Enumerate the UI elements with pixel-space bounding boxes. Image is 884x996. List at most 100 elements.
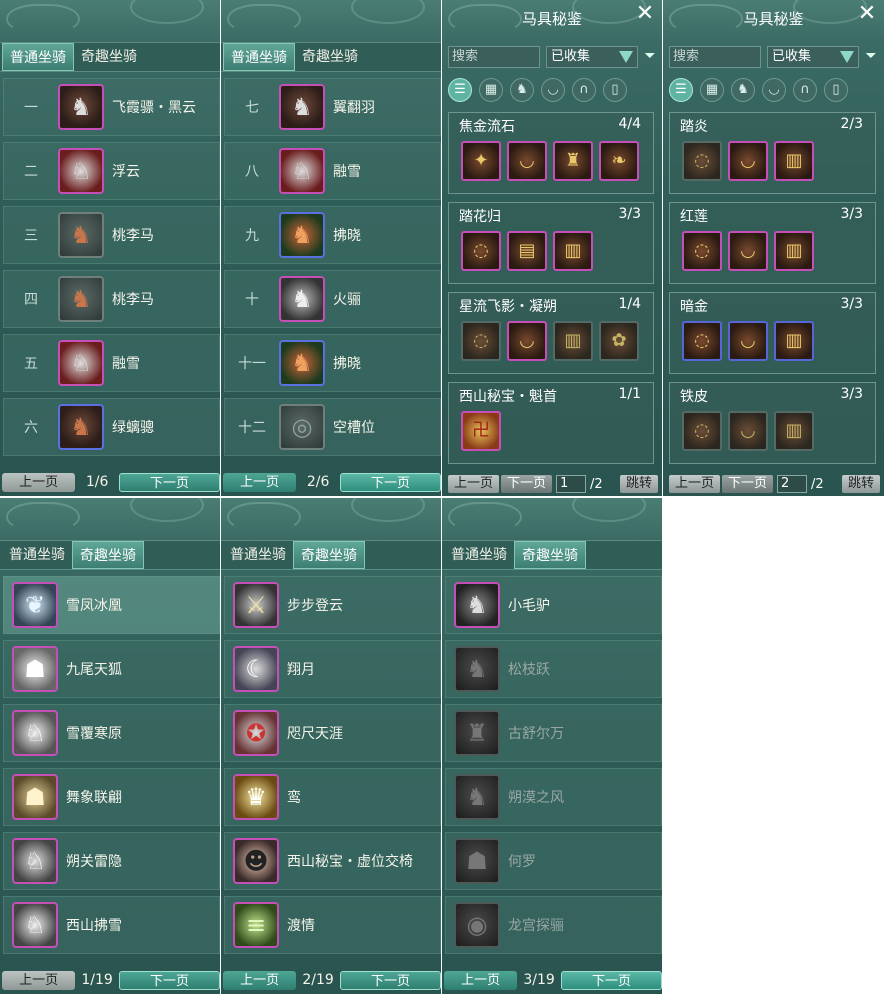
tab-normal-mounts[interactable]: 普通坐骑	[223, 43, 295, 71]
mount-row[interactable]: ♞ 朔漠之风	[445, 768, 662, 826]
prev-page-button[interactable]: 上一页	[448, 475, 500, 493]
bridle-icon[interactable]: ◌	[682, 321, 722, 361]
armor-icon[interactable]: ▥	[774, 321, 814, 361]
collected-filter-dropdown[interactable]: 已收集	[546, 46, 638, 68]
tack-set[interactable]: 暗金 3/3 ◌ ◡ ▥	[669, 292, 876, 374]
next-page-button[interactable]: 下一页	[118, 472, 220, 492]
saddle-icon[interactable]: ◡	[728, 231, 768, 271]
tack-set[interactable]: 红莲 3/3 ◌ ◡ ▥	[669, 202, 876, 284]
mount-row[interactable]: ♛ 鸾	[224, 768, 441, 826]
armor-icon[interactable]: ▥	[774, 141, 814, 181]
search-input[interactable]: 搜索	[448, 46, 540, 68]
mount-row[interactable]: ☗ 舞象联翩	[3, 768, 220, 826]
next-page-button[interactable]: 下一页	[501, 475, 553, 493]
stirrup-icon[interactable]: ♜	[553, 141, 593, 181]
tack-set[interactable]: 踏炎 2/3 ◌ ◡ ▥	[669, 112, 876, 194]
wing-ornament-icon[interactable]: ❧	[599, 141, 639, 181]
close-icon[interactable]: ✕	[856, 3, 878, 26]
armor-icon[interactable]: ▥	[774, 231, 814, 271]
armor-icon[interactable]: ▯	[824, 78, 848, 102]
head-gear-icon[interactable]: ✦	[461, 141, 501, 181]
mount-row[interactable]: 一 ♞ 飞霞骠・黑云	[3, 78, 220, 136]
saddle-icon[interactable]: ◡	[507, 321, 547, 361]
list-view-icon[interactable]: ☰	[669, 78, 693, 102]
tab-fun-mounts[interactable]: 奇趣坐骑	[293, 541, 365, 569]
tab-normal-mounts[interactable]: 普通坐骑	[2, 541, 72, 569]
mount-row[interactable]: ✪ 咫尺天涯	[224, 704, 441, 762]
mount-row[interactable]: ♘ 西山拂雪	[3, 896, 220, 954]
saddle-icon[interactable]: ◡	[728, 141, 768, 181]
horse-head-icon[interactable]: ♞	[731, 78, 755, 102]
tab-normal-mounts[interactable]: 普通坐骑	[444, 541, 514, 569]
next-page-button[interactable]: 下一页	[560, 970, 662, 990]
ornament-icon[interactable]: ✿	[599, 321, 639, 361]
mount-row[interactable]: 八 ♘ 融雪	[224, 142, 441, 200]
mount-row[interactable]: ☗ 何罗	[445, 832, 662, 890]
mount-row[interactable]: ☻ 西山秘宝・虚位交椅	[224, 832, 441, 890]
collected-filter-dropdown[interactable]: 已收集	[767, 46, 859, 68]
saddle-icon[interactable]: ◡	[507, 141, 547, 181]
armor-icon[interactable]: ▥	[553, 321, 593, 361]
tab-normal-mounts[interactable]: 普通坐骑	[223, 541, 293, 569]
mount-row[interactable]: ☗ 九尾天狐	[3, 640, 220, 698]
next-page-button[interactable]: 下一页	[339, 970, 441, 990]
jump-button[interactable]: 跳转	[841, 475, 880, 493]
next-page-button[interactable]: 下一页	[118, 970, 220, 990]
tack-set[interactable]: 铁皮 3/3 ◌ ◡ ▥	[669, 382, 876, 464]
armor-icon[interactable]: ▥	[774, 411, 814, 451]
jump-button[interactable]: 跳转	[619, 475, 658, 493]
page-input[interactable]: 1	[556, 475, 587, 493]
tack-set[interactable]: 西山秘宝・魁首 1/1 卍	[448, 382, 654, 464]
mount-row[interactable]: ☾ 翔月	[224, 640, 441, 698]
tack-set[interactable]: 焦金流石 4/4 ✦ ◡ ♜ ❧	[448, 112, 654, 194]
tab-fun-mounts[interactable]: 奇趣坐骑	[295, 43, 365, 71]
armor-icon[interactable]: ▯	[603, 78, 627, 102]
horse-head-icon[interactable]: ♞	[510, 78, 534, 102]
mount-row[interactable]: 六 ♞ 绿螭骢	[3, 398, 220, 456]
mount-row[interactable]: ♜ 古舒尔万	[445, 704, 662, 762]
close-icon[interactable]: ✕	[634, 3, 656, 26]
prev-page-button[interactable]: 上一页	[669, 475, 721, 493]
saddle-icon[interactable]: ◡	[762, 78, 786, 102]
tack-set[interactable]: 踏花归 3/3 ◌ ▤ ▥	[448, 202, 654, 284]
tab-fun-mounts[interactable]: 奇趣坐骑	[514, 541, 586, 569]
tab-fun-mounts[interactable]: 奇趣坐骑	[74, 43, 144, 71]
grid-view-icon[interactable]: ▦	[479, 78, 503, 102]
saddle-icon[interactable]: ◡	[541, 78, 565, 102]
search-input[interactable]: 搜索	[669, 46, 761, 68]
bridle-icon[interactable]: ◌	[682, 411, 722, 451]
mount-row[interactable]: ◉ 龙宫探骊	[445, 896, 662, 954]
horseshoe-icon[interactable]: ∩	[793, 78, 817, 102]
mount-row[interactable]: 十二 ◎ 空槽位	[224, 398, 441, 456]
page-input[interactable]: 2	[777, 475, 808, 493]
mount-row[interactable]: ♞ 小毛驴	[445, 576, 662, 634]
tab-normal-mounts[interactable]: 普通坐骑	[2, 43, 74, 71]
tack-set[interactable]: 星流飞影・凝朔 1/4 ◌ ◡ ▥ ✿	[448, 292, 654, 374]
mount-row[interactable]: 五 ♘ 融雪	[3, 334, 220, 392]
bridle-icon[interactable]: ◌	[682, 231, 722, 271]
mount-row[interactable]: 四 ♞ 桃李马	[3, 270, 220, 328]
grid-view-icon[interactable]: ▦	[700, 78, 724, 102]
mount-row[interactable]: 二 ♘ 浮云	[3, 142, 220, 200]
mount-row[interactable]: ≡ 渡情	[224, 896, 441, 954]
mount-row[interactable]: ❦ 雪凤冰凰	[3, 576, 220, 634]
mount-row[interactable]: 九 ♞ 拂晓	[224, 206, 441, 264]
mount-row[interactable]: 十 ♞ 火骊	[224, 270, 441, 328]
bridle-icon[interactable]: ◌	[461, 231, 501, 271]
next-page-button[interactable]: 下一页	[339, 472, 441, 492]
mount-row[interactable]: 十一 ♞ 拂晓	[224, 334, 441, 392]
next-page-button[interactable]: 下一页	[722, 475, 774, 493]
bridle-icon[interactable]: ◌	[682, 141, 722, 181]
filter-icon[interactable]: ⏷	[863, 47, 879, 65]
mount-row[interactable]: ⚔ 步步登云	[224, 576, 441, 634]
mount-row[interactable]: 七 ♞ 翼翻羽	[224, 78, 441, 136]
mount-row[interactable]: ♘ 朔关雷隐	[3, 832, 220, 890]
filter-icon[interactable]: ⏷	[642, 47, 658, 65]
banner-icon[interactable]: 卍	[461, 411, 501, 451]
armor-icon[interactable]: ▥	[553, 231, 593, 271]
mount-row[interactable]: ♞ 松枝跃	[445, 640, 662, 698]
saddle-icon[interactable]: ▤	[507, 231, 547, 271]
prev-page-button[interactable]: 上一页	[2, 970, 76, 990]
prev-page-button[interactable]: 上一页	[223, 472, 297, 492]
saddle-icon[interactable]: ◡	[728, 411, 768, 451]
